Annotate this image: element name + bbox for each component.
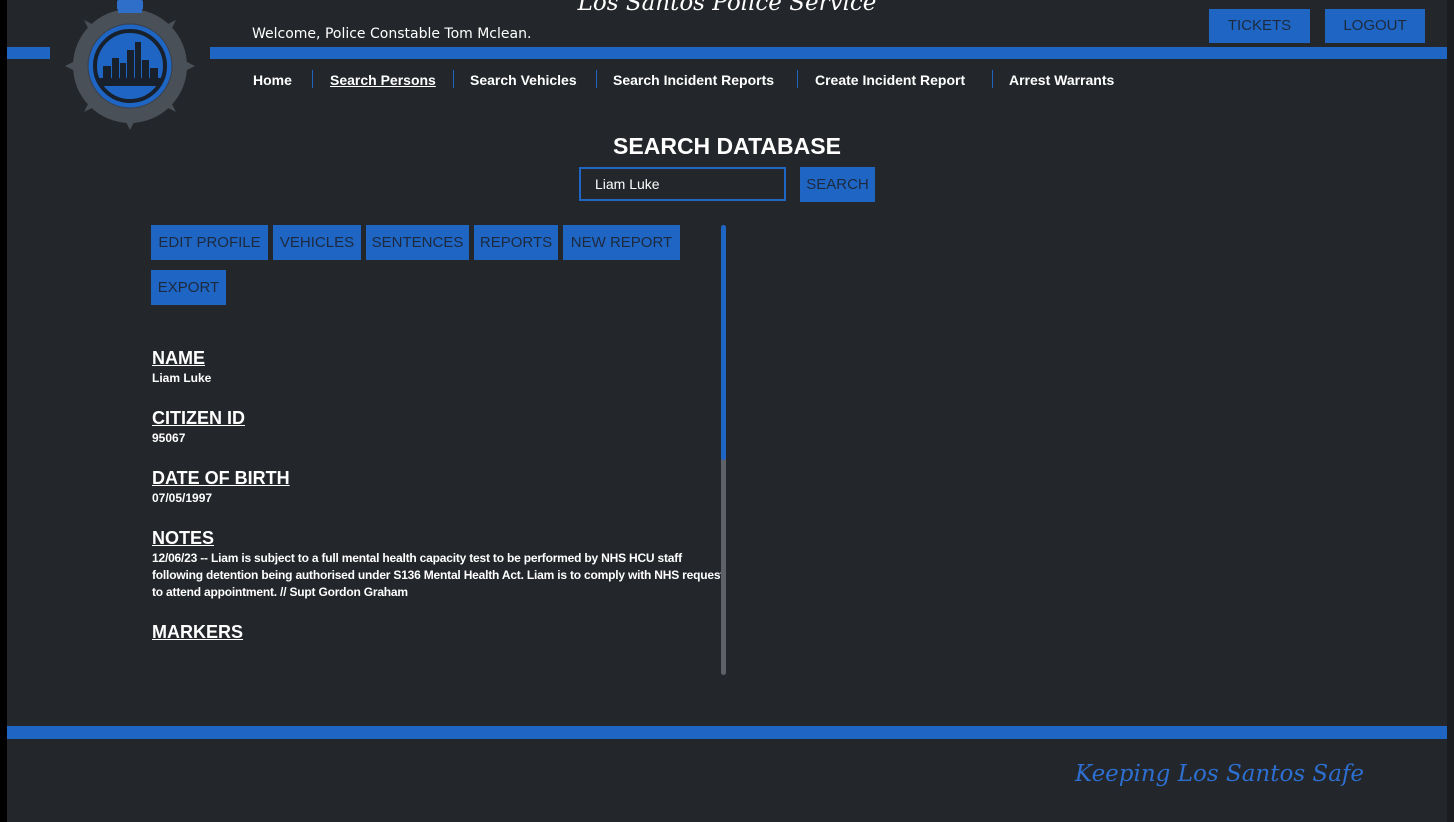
footer-stripe [7, 726, 1447, 739]
window-edge [1447, 0, 1454, 822]
date-of-birth-value: 07/05/1997 [152, 491, 213, 505]
header-stripe-left [7, 47, 50, 59]
citizen-id-label: CITIZEN ID [152, 408, 245, 428]
search-title: SEARCH DATABASE [613, 133, 841, 159]
search-button[interactable]: SEARCH [800, 167, 875, 202]
nav-search-vehicles[interactable]: Search Vehicles [470, 69, 577, 91]
nav-separator [312, 70, 313, 88]
date-of-birth-label: DATE OF BIRTH [152, 468, 290, 488]
sentences-button[interactable]: SENTENCES [366, 225, 469, 260]
welcome-message: Welcome, Police Constable Tom Mclean. [252, 26, 532, 42]
nav-arrest-warrants[interactable]: Arrest Warrants [1009, 69, 1114, 91]
name-value: Liam Luke [152, 371, 212, 385]
tickets-button[interactable]: TICKETS [1209, 9, 1310, 43]
export-button[interactable]: EXPORT [151, 270, 226, 305]
nav-create-incident-report[interactable]: Create Incident Report [815, 69, 965, 91]
edit-profile-button[interactable]: EDIT PROFILE [151, 225, 268, 260]
search-input[interactable] [579, 167, 786, 201]
markers-label: MARKERS [152, 622, 244, 642]
header-stripe-right [210, 47, 1447, 59]
name-label: NAME [152, 348, 205, 368]
footer-slogan: Keeping Los Santos Safe [1075, 761, 1365, 787]
profile-scrollbar-thumb[interactable] [721, 225, 726, 460]
citizen-id-value: 95067 [152, 431, 186, 445]
nav-search-persons[interactable]: Search Persons [330, 69, 436, 91]
nav-search-incident-reports[interactable]: Search Incident Reports [613, 69, 774, 91]
page: Los Santos Police Service Welcome, Polic… [7, 0, 1447, 822]
nav-separator [797, 70, 798, 88]
vehicles-button[interactable]: VEHICLES [273, 225, 361, 260]
nav-separator [596, 70, 597, 88]
new-report-button[interactable]: NEW REPORT [563, 225, 680, 260]
reports-button[interactable]: REPORTS [474, 225, 558, 260]
nav-separator [453, 70, 454, 88]
nav-separator [992, 70, 993, 88]
police-badge-icon [65, 0, 195, 130]
logout-button[interactable]: LOGOUT [1325, 9, 1425, 43]
notes-label: NOTES [152, 528, 215, 548]
notes-value: 12/06/23 -- Liam is subject to a full me… [152, 551, 725, 599]
profile-scrollbar[interactable] [721, 225, 726, 675]
nav-home[interactable]: Home [253, 69, 292, 91]
